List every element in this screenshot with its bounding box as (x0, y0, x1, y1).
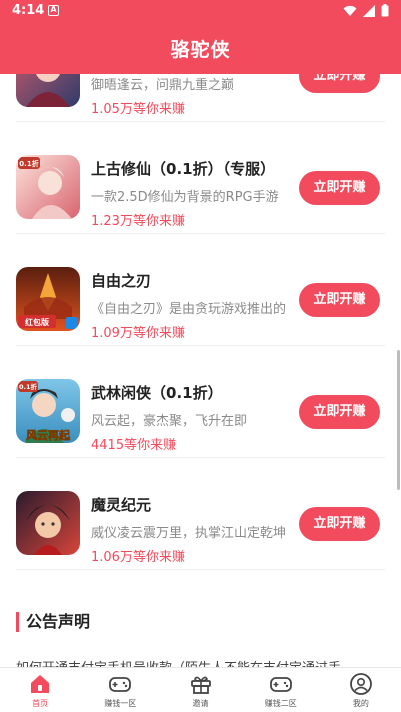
game-item[interactable]: 御晤逢云，问鼎九重之巅 1.05万等你来赚 立即开赚 (0, 74, 401, 122)
game-earn-amount: 1.09万等你来赚 (91, 326, 185, 341)
nav-label: 赚钱二区 (264, 699, 297, 708)
game-icon[interactable] (16, 491, 80, 555)
game-name: 自由之刃 (91, 272, 152, 290)
game-earn-amount: 1.23万等你来赚 (91, 214, 185, 229)
notice-section-title: 公告声明 (16, 612, 90, 632)
nav-label: 我的 (352, 699, 369, 708)
game-item[interactable]: 红包版 自由之刃 《自由之刃》是由贪玩游戏推出的 1.09万等你来赚 立即开赚 (0, 234, 401, 346)
start-earning-button[interactable]: 立即开赚 (299, 283, 380, 317)
nav-label: 邀请 (192, 699, 209, 708)
game-icon-badge: 红包版 (25, 317, 49, 327)
wifi-icon (343, 5, 357, 16)
game-earn-amount: 4415等你来赚 (91, 438, 177, 453)
nav-label: 赚钱一区 (104, 699, 137, 708)
game-description: 《自由之刃》是由贪玩游戏推出的 (91, 302, 287, 317)
user-icon (350, 673, 372, 695)
home-icon (31, 675, 50, 693)
game-earn-amount: 1.06万等你来赚 (91, 550, 185, 565)
battery-icon (381, 4, 389, 17)
notice-article-link[interactable]: 如何开通支付宝手机号收款（陌生人不能在支付宝通过手 (16, 657, 386, 667)
game-icon-caption: 风云再起 (26, 428, 71, 442)
game-list: 御晤逢云，问鼎九重之巅 1.05万等你来赚 立即开赚 0.1折 上古修仙（0.1… (0, 74, 401, 570)
game-description: 一款2.5D修仙为背景的RPG手游 (91, 190, 279, 205)
notification-a-icon: A (48, 5, 59, 16)
app-header: 骆驼侠 (0, 22, 401, 74)
nav-item-home[interactable]: 首页 (0, 668, 80, 712)
status-time: 4:14 (12, 3, 45, 18)
scrollbar[interactable] (397, 350, 400, 490)
game-item[interactable]: 魔灵纪元 威仪凌云震万里，执掌江山定乾坤 1.06万等你来赚 立即开赚 (0, 458, 401, 570)
start-earning-button[interactable]: 立即开赚 (299, 171, 380, 205)
game-description: 威仪凌云震万里，执掌江山定乾坤 (91, 526, 287, 541)
start-earning-button[interactable]: 立即开赚 (299, 74, 380, 93)
game-icon-badge: 0.1折 (19, 382, 38, 391)
signal-icon (363, 4, 375, 17)
divider (16, 569, 385, 570)
system-icons (343, 4, 389, 17)
game-description: 御晤逢云，问鼎九重之巅 (91, 78, 235, 93)
game-item[interactable]: 0.1折 上古修仙（0.1折）（专服） 一款2.5D修仙为背景的RPG手游 1.… (0, 122, 401, 234)
page-title: 骆驼侠 (170, 39, 231, 61)
gamepad-icon (109, 677, 132, 692)
game-icon[interactable]: 红包版 (16, 267, 80, 331)
game-description: 风云起，豪杰聚，飞升在即 (91, 414, 248, 429)
nav-item-earn-zone-1[interactable]: 赚钱一区 (80, 668, 160, 712)
game-earn-amount: 1.05万等你来赚 (91, 102, 185, 117)
main-content[interactable]: 御晤逢云，问鼎九重之巅 1.05万等你来赚 立即开赚 0.1折 上古修仙（0.1… (0, 74, 401, 667)
game-name: 武林闲侠（0.1折） (91, 384, 223, 402)
nav-item-earn-zone-2[interactable]: 赚钱二区 (241, 668, 321, 712)
start-earning-button[interactable]: 立即开赚 (299, 395, 380, 429)
gamepad-icon (269, 677, 292, 692)
nav-label: 首页 (32, 699, 49, 708)
game-icon[interactable] (16, 74, 80, 107)
nav-item-invite[interactable]: 邀请 (160, 668, 240, 712)
nav-item-profile[interactable]: 我的 (321, 668, 401, 712)
game-name: 魔灵纪元 (91, 496, 152, 514)
game-icon[interactable]: 0.1折 风云再起 (16, 379, 80, 443)
gift-icon (190, 676, 211, 694)
start-earning-button[interactable]: 立即开赚 (299, 507, 380, 541)
game-name: 上古修仙（0.1折）（专服） (91, 160, 276, 178)
game-icon[interactable]: 0.1折 (16, 155, 80, 219)
game-icon-badge: 0.1折 (19, 159, 38, 168)
bottom-nav: 首页 赚钱一区 邀请 赚钱二区 我的 (0, 667, 401, 712)
status-bar: 4:14 A (0, 0, 401, 22)
game-item[interactable]: 0.1折 风云再起 武林闲侠（0.1折） 风云起，豪杰聚，飞升在即 4415等你… (0, 346, 401, 458)
